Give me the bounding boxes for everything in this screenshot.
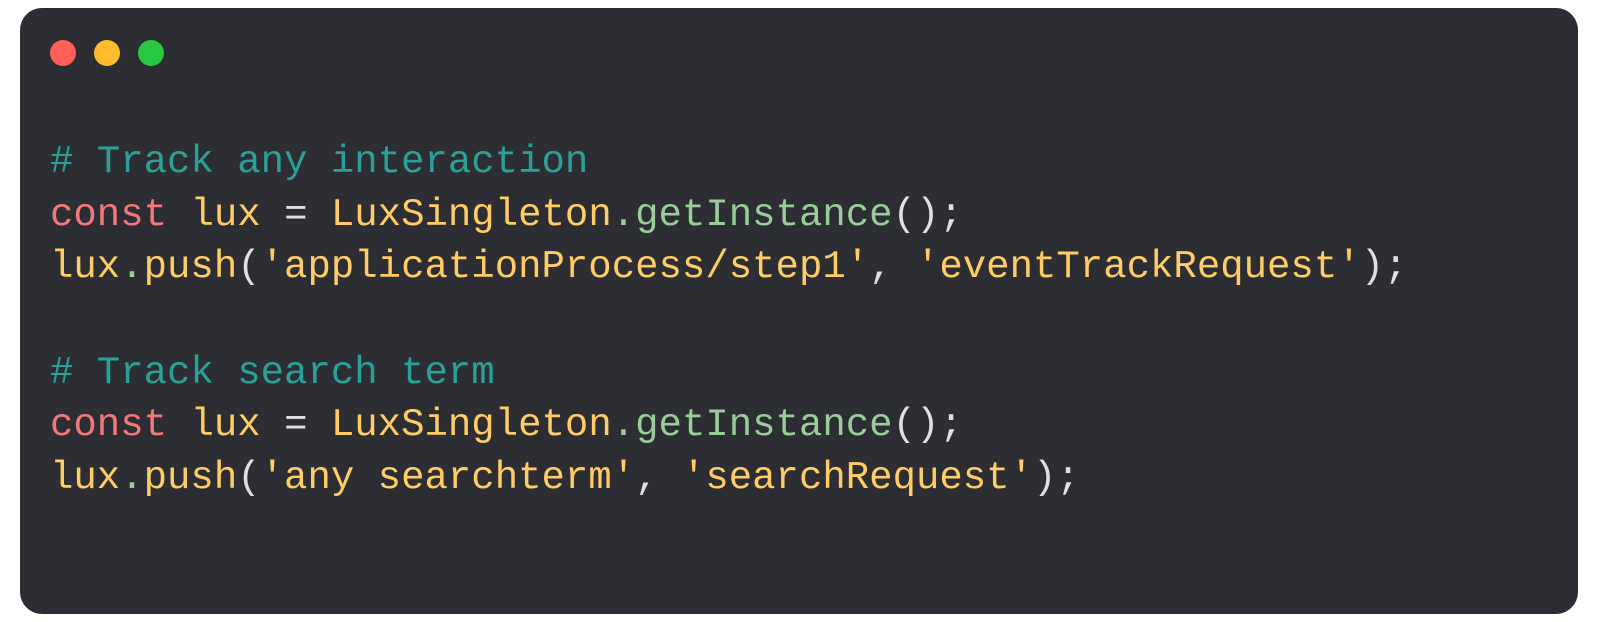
code-token: 'any searchterm' [261, 456, 635, 500]
code-token: (); [893, 403, 963, 447]
close-icon[interactable] [50, 40, 76, 66]
code-token: const [50, 403, 167, 447]
code-token: . [120, 245, 143, 289]
code-token: lux [190, 403, 260, 447]
code-line: lux.push('any searchterm', 'searchReques… [50, 452, 1548, 505]
code-line: # Track any interaction [50, 136, 1548, 189]
code-line [50, 294, 1548, 347]
code-token: lux [50, 456, 120, 500]
code-line: lux.push('applicationProcess/step1', 'ev… [50, 241, 1548, 294]
code-token [167, 193, 190, 237]
code-token: 'searchRequest' [682, 456, 1033, 500]
minimize-icon[interactable] [94, 40, 120, 66]
code-token: ( [237, 245, 260, 289]
window-titlebar [20, 8, 1578, 76]
code-token: push [144, 245, 238, 289]
code-token [167, 403, 190, 447]
code-token: lux [190, 193, 260, 237]
code-token: = [284, 193, 307, 237]
code-line: # Track search term [50, 347, 1548, 400]
code-block: # Track any interaction const lux = LuxSi… [20, 76, 1578, 534]
code-token: ); [1033, 456, 1080, 500]
code-token: push [144, 456, 238, 500]
code-line: const lux = LuxSingleton.getInstance(); [50, 189, 1548, 242]
code-token [261, 193, 284, 237]
code-token: ); [1361, 245, 1408, 289]
code-token: 'applicationProcess/step1' [261, 245, 870, 289]
code-token [307, 403, 330, 447]
code-token: = [284, 403, 307, 447]
code-token: # Track any interaction [50, 140, 588, 184]
code-token: , [635, 456, 682, 500]
code-token: # Track search term [50, 351, 495, 395]
code-window: # Track any interaction const lux = LuxSi… [20, 8, 1578, 614]
code-token: getInstance [635, 193, 892, 237]
code-token: . [120, 456, 143, 500]
code-token [261, 403, 284, 447]
code-token: . [612, 403, 635, 447]
code-token: lux [50, 245, 120, 289]
code-token: (); [893, 193, 963, 237]
code-token: 'eventTrackRequest' [916, 245, 1361, 289]
code-token: , [869, 245, 916, 289]
code-token: ( [237, 456, 260, 500]
code-token: getInstance [635, 403, 892, 447]
code-token: LuxSingleton [331, 403, 612, 447]
code-token: LuxSingleton [331, 193, 612, 237]
code-token: const [50, 193, 167, 237]
code-line: const lux = LuxSingleton.getInstance(); [50, 399, 1548, 452]
zoom-icon[interactable] [138, 40, 164, 66]
code-token [307, 193, 330, 237]
code-token: . [612, 193, 635, 237]
